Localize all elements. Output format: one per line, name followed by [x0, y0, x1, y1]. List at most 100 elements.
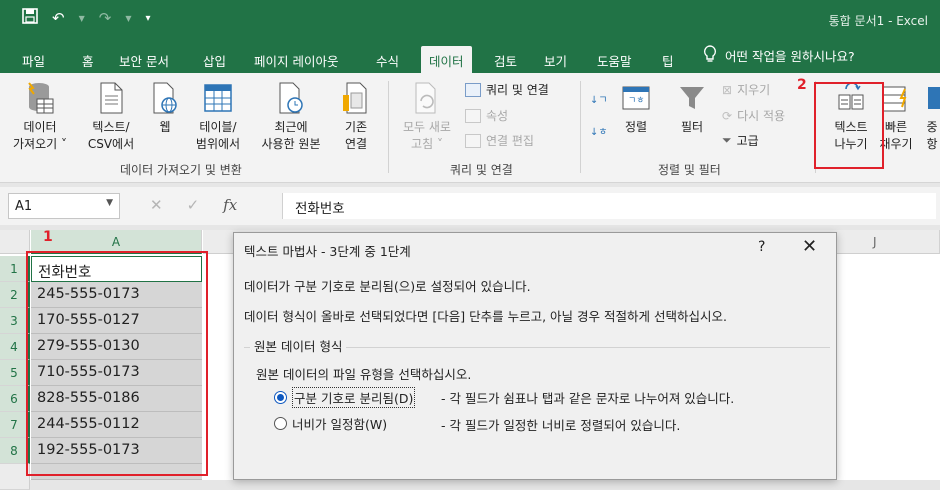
sort-descending-icon: ↓ㅎ: [590, 127, 608, 138]
help-button[interactable]: ?: [758, 239, 765, 255]
close-icon[interactable]: ✕: [802, 236, 817, 257]
properties-button[interactable]: 속성: [465, 107, 508, 124]
tab-review[interactable]: 검토: [494, 46, 517, 73]
queries-icon: [465, 82, 481, 97]
refresh-all-button[interactable]: 모두 새로 고침 ˅: [396, 81, 458, 153]
queries-connections-label: 쿼리 및 연결: [486, 83, 549, 97]
formula-input[interactable]: 전화번호: [282, 193, 936, 219]
refresh-icon: [412, 81, 442, 115]
tab-secure-document[interactable]: 보안 문서: [119, 46, 169, 73]
sort-ascending-button[interactable]: ↓ㄱ: [590, 91, 608, 106]
formula-bar: A1 ▼ ✕ ✓ fx 전화번호: [0, 187, 940, 225]
delimited-label[interactable]: 구분 기호로 분리됨(D): [292, 387, 416, 408]
from-web-button[interactable]: 웹: [148, 81, 182, 136]
web-icon: [150, 81, 180, 115]
dialog-title: 텍스트 마법사 - 3단계 중 1단계: [244, 244, 411, 259]
properties-icon: [465, 108, 481, 123]
formula-icons: ✕ ✓ fx: [150, 196, 237, 214]
highlight-box-column-a: [26, 251, 208, 476]
title-bar: ↶ ▼ ↷ ▼ ▾ 통합 문서1 - Excel: [0, 0, 940, 40]
radio-fixed-width[interactable]: [274, 417, 287, 430]
advanced-filter-button[interactable]: ⏷ 고급: [722, 132, 759, 149]
undo-icon[interactable]: ↶: [52, 9, 65, 27]
filter-label: 필터: [680, 120, 704, 134]
sort-icon: ㄱㅎ: [621, 81, 651, 115]
table-icon: [203, 81, 233, 115]
fixed-width-description: - 각 필드가 일정한 너비로 정렬되어 있습니다.: [441, 418, 681, 433]
remove-duplicates-label: 중 항: [926, 120, 938, 151]
insert-function-icon[interactable]: fx: [223, 196, 237, 214]
get-data-label: 데이터 가져오기 ˅: [13, 120, 67, 151]
tab-formulas[interactable]: 수식: [376, 46, 399, 73]
customize-qat-icon[interactable]: ▾: [145, 13, 150, 24]
text-file-icon: [96, 81, 126, 115]
clear-filter-button[interactable]: ⊠ 지우기: [722, 81, 770, 98]
clock-file-icon: [276, 81, 306, 115]
tab-home[interactable]: 홈: [82, 46, 94, 73]
advanced-label: 고급: [736, 134, 759, 148]
delimited-description: - 각 필드가 쉼표나 탭과 같은 문자로 나누어져 있습니다.: [441, 391, 735, 406]
tab-file[interactable]: 파일: [22, 46, 45, 73]
database-icon: [25, 81, 55, 115]
edit-links-button[interactable]: 연결 편집: [465, 132, 534, 149]
tab-help[interactable]: 도움말: [597, 46, 632, 73]
reapply-label: 다시 적용: [737, 109, 786, 123]
cancel-icon[interactable]: ✕: [150, 196, 163, 214]
redo-icon[interactable]: ↷: [99, 9, 112, 27]
remove-duplicates-icon: [924, 81, 940, 115]
clear-filter-icon: ⊠: [722, 82, 733, 97]
properties-label: 속성: [486, 109, 509, 123]
text-csv-label: 텍스트/ CSV에서: [87, 120, 135, 151]
from-table-button[interactable]: 테이블/ 범위에서: [188, 81, 248, 153]
annotation-number-1: 1: [43, 229, 53, 245]
redo-dropdown-icon[interactable]: ▼: [125, 14, 131, 23]
group-separator: [580, 81, 581, 173]
name-box-value: A1: [15, 199, 33, 214]
radio-delimited[interactable]: [274, 391, 287, 404]
group-label-sort-filter: 정렬 및 필터: [658, 163, 721, 177]
group-label-queries: 쿼리 및 연결: [450, 163, 513, 177]
refresh-all-label: 모두 새로 고침 ˅: [403, 120, 451, 151]
get-data-button[interactable]: 데이터 가져오기 ˅: [10, 81, 70, 153]
reapply-icon: ⟳: [722, 108, 733, 123]
tab-data[interactable]: 데이터: [421, 46, 472, 73]
reapply-button[interactable]: ⟳ 다시 적용: [722, 107, 785, 124]
tell-me-text: 어떤 작업을 원하시나요?: [725, 49, 855, 64]
dialog-message-1: 데이터가 구분 기호로 분리됨(으)로 설정되어 있습니다.: [244, 279, 531, 294]
existing-connections-label: 기존 연결: [344, 120, 368, 151]
save-icon[interactable]: [22, 8, 38, 28]
queries-connections-button[interactable]: 쿼리 및 연결: [465, 81, 549, 98]
quick-access-toolbar: ↶ ▼ ↷ ▼ ▾: [22, 8, 151, 28]
annotation-number-2: 2: [797, 77, 807, 93]
undo-dropdown-icon[interactable]: ▼: [79, 14, 85, 23]
advanced-filter-icon: ⏷: [722, 133, 732, 147]
fixed-width-label[interactable]: 너비가 일정함(W): [292, 414, 387, 433]
name-box[interactable]: A1 ▼: [8, 193, 120, 219]
option-delimited[interactable]: 구분 기호로 분리됨(D): [274, 387, 416, 408]
recent-sources-button[interactable]: 최근에 사용한 원본: [256, 81, 326, 153]
tab-page-layout[interactable]: 페이지 레이아웃: [254, 46, 338, 73]
groupbox-label: 원본 데이터 형식: [250, 336, 347, 355]
text-wizard-dialog: 텍스트 마법사 - 3단계 중 1단계 ? ✕ 데이터가 구분 기호로 분리됨(…: [233, 232, 837, 480]
tab-view[interactable]: 보기: [544, 46, 567, 73]
sort-button[interactable]: ㄱㅎ 정렬: [616, 81, 656, 136]
group-label-get-transform: 데이터 가져오기 및 변환: [120, 163, 242, 177]
highlight-box-text-to-columns: [814, 82, 884, 169]
clear-label: 지우기: [737, 83, 771, 97]
existing-connections-button[interactable]: 기존 연결: [334, 81, 378, 153]
chevron-down-icon[interactable]: ▼: [106, 198, 113, 208]
tab-tips[interactable]: 팁: [662, 46, 674, 73]
flash-fill-icon: [881, 81, 911, 115]
option-fixed-width[interactable]: 너비가 일정함(W): [274, 414, 387, 433]
filter-button[interactable]: 필터: [672, 81, 712, 136]
text-csv-button[interactable]: 텍스트/ CSV에서: [76, 81, 146, 153]
remove-duplicates-button[interactable]: 중 항: [924, 81, 940, 153]
group-separator: [388, 81, 389, 173]
file-type-prompt: 원본 데이터의 파일 유형을 선택하십시오.: [256, 367, 472, 382]
from-web-label: 웹: [159, 120, 171, 134]
sort-descending-button[interactable]: ↓ㅎ: [590, 123, 608, 138]
tell-me-box[interactable]: 어떤 작업을 원하시나요?: [703, 45, 855, 66]
svg-text:ㄱㅎ: ㄱㅎ: [628, 96, 645, 106]
tab-insert[interactable]: 삽입: [203, 46, 226, 73]
enter-icon[interactable]: ✓: [187, 196, 200, 214]
